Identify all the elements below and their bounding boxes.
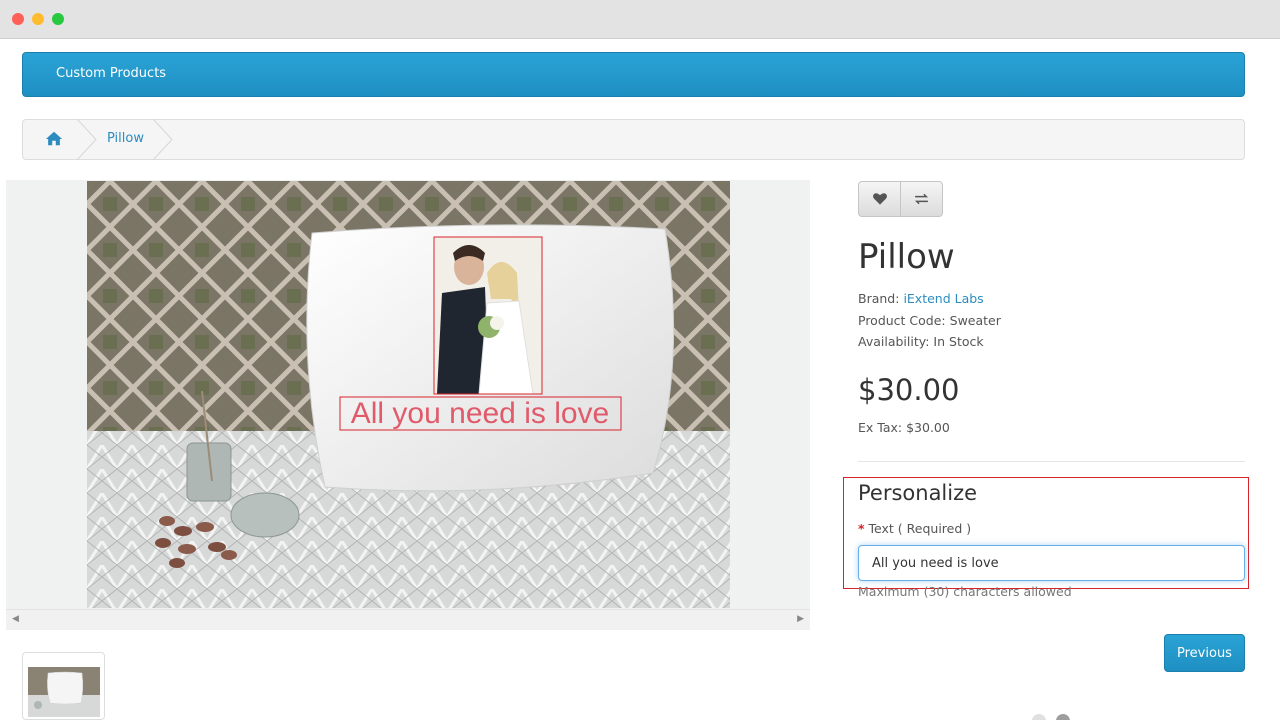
top-navbar: Custom Products — [22, 52, 1245, 97]
compare-icon — [914, 193, 929, 205]
product-price: $30.00 — [858, 373, 960, 407]
previous-button[interactable]: Previous — [1164, 634, 1245, 672]
scroll-right-arrow-icon[interactable]: ▶ — [797, 614, 804, 624]
pager-dot[interactable] — [1032, 714, 1046, 720]
required-marker: * — [858, 521, 865, 536]
pager-dot-active[interactable] — [1056, 714, 1070, 720]
window-titlebar — [0, 0, 1280, 39]
availability-label: Availability: — [858, 334, 930, 349]
brand-row: Brand: iExtend Labs — [858, 291, 984, 306]
compare-button[interactable] — [901, 182, 942, 216]
nav-custom-products-link[interactable]: Custom Products — [56, 66, 166, 81]
ex-tax-row: Ex Tax: $30.00 — [858, 420, 950, 435]
brand-link[interactable]: iExtend Labs — [903, 291, 983, 306]
brand-label: Brand: — [858, 291, 900, 306]
product-title: Pillow — [858, 237, 955, 277]
text-field-label: * Text ( Required ) — [858, 521, 971, 536]
product-code-value: Sweater — [949, 313, 1001, 328]
home-icon[interactable] — [45, 130, 63, 148]
ex-tax-value: $30.00 — [906, 420, 950, 435]
product-image-viewport: All you need is love ◀ ▶ — [6, 180, 810, 630]
breadcrumb-item-pillow[interactable]: Pillow — [107, 131, 144, 146]
breadcrumb-separator — [153, 119, 173, 160]
personalized-photo — [434, 237, 542, 395]
divider — [858, 461, 1245, 462]
product-code-label: Product Code: — [858, 313, 946, 328]
breadcrumb: Pillow — [22, 119, 1245, 160]
heart-icon — [873, 193, 887, 205]
wishlist-button[interactable] — [859, 182, 901, 216]
thumbnail-image — [28, 667, 100, 717]
product-action-buttons — [858, 181, 943, 217]
breadcrumb-separator — [77, 119, 97, 160]
availability-value: In Stock — [933, 334, 984, 349]
availability-row: Availability: In Stock — [858, 334, 984, 349]
horizontal-scrollbar[interactable]: ◀ ▶ — [6, 609, 810, 629]
maximize-window-button[interactable] — [52, 13, 64, 25]
close-window-button[interactable] — [12, 13, 24, 25]
ex-tax-label: Ex Tax: — [858, 420, 903, 435]
character-limit-help: Maximum (30) characters allowed — [858, 584, 1072, 599]
minimize-window-button[interactable] — [32, 13, 44, 25]
product-code-row: Product Code: Sweater — [858, 313, 1001, 328]
text-field-label-text: Text ( Required ) — [868, 521, 972, 536]
personalize-heading: Personalize — [858, 481, 978, 505]
pillow-preview-text: All you need is love — [351, 397, 610, 430]
product-thumbnail[interactable] — [22, 652, 105, 720]
personalize-text-input[interactable] — [858, 545, 1245, 581]
product-image[interactable]: All you need is love — [87, 181, 730, 608]
scroll-left-arrow-icon[interactable]: ◀ — [12, 614, 19, 624]
